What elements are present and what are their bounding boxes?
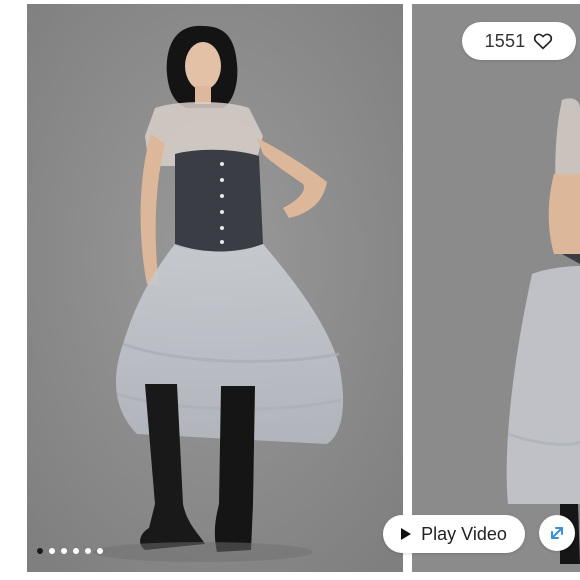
expand-arrows-icon <box>551 527 563 539</box>
play-icon <box>401 528 412 540</box>
gallery-pagination <box>37 546 103 556</box>
gallery-slide-main[interactable] <box>27 4 403 572</box>
pagination-dot-6[interactable] <box>97 548 103 554</box>
pagination-dot-4[interactable] <box>73 548 79 554</box>
pagination-dot-5[interactable] <box>85 548 91 554</box>
pagination-dot-3[interactable] <box>61 548 67 554</box>
pagination-dot-2[interactable] <box>49 548 55 554</box>
heart-outline-icon <box>534 33 553 50</box>
like-count: 1551 <box>484 30 526 51</box>
like-button[interactable]: 1551 <box>462 22 576 60</box>
gallery-slide-next[interactable] <box>412 4 580 572</box>
product-photo <box>27 4 403 572</box>
pagination-dot-1[interactable] <box>37 548 43 554</box>
product-photo-next <box>412 4 580 572</box>
play-video-label: Play Video <box>421 523 507 544</box>
expand-button[interactable] <box>539 515 575 551</box>
product-image-gallery[interactable]: 1551 Play Video <box>0 0 580 580</box>
play-video-button[interactable]: Play Video <box>383 515 525 553</box>
